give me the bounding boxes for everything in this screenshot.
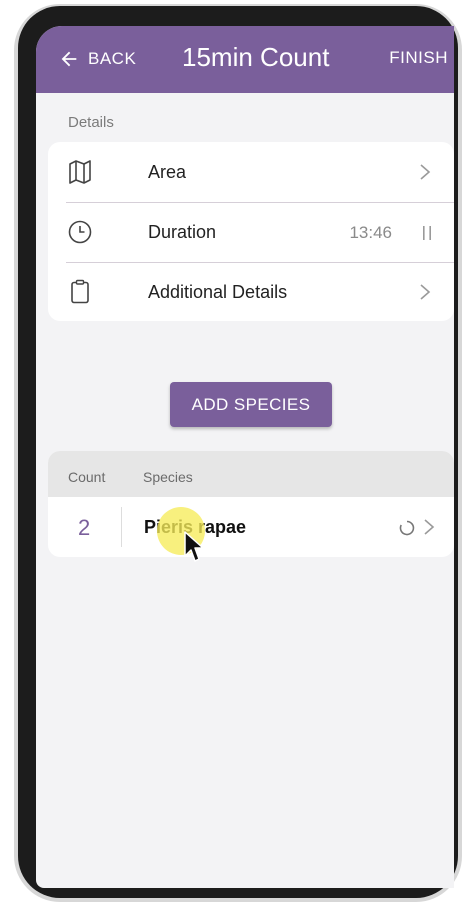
details-card: Area Duration 13:46 Additional Details <box>48 142 454 321</box>
clipboard-icon <box>71 279 89 304</box>
count-column-header: Count <box>68 469 106 485</box>
species-list-header: Count Species <box>48 451 454 497</box>
add-species-button[interactable]: ADD SPECIES <box>170 382 332 427</box>
chevron-right-icon <box>420 164 431 180</box>
chevron-right-icon <box>420 284 431 300</box>
species-list: Count Species 2 Pieris rapae <box>48 451 454 557</box>
app-header: BACK 15min Count FINISH <box>36 26 454 93</box>
back-arrow-icon <box>61 51 77 67</box>
additional-details-row[interactable]: Additional Details <box>48 262 454 322</box>
duration-timer: 13:46 <box>349 223 392 242</box>
area-label: Area <box>148 162 187 182</box>
duration-row[interactable]: Duration 13:46 <box>48 202 454 262</box>
finish-button[interactable]: FINISH <box>389 48 448 68</box>
area-row[interactable]: Area <box>48 142 454 202</box>
app-screen: BACK 15min Count FINISH Details Area Dur… <box>36 26 454 888</box>
additional-details-label: Additional Details <box>148 282 288 302</box>
species-row[interactable]: 2 Pieris rapae <box>48 497 454 557</box>
mouse-pointer-icon <box>184 531 204 562</box>
details-section-label: Details <box>68 114 114 131</box>
species-count[interactable]: 2 <box>78 515 90 541</box>
duration-label: Duration <box>148 222 217 242</box>
column-divider <box>121 507 122 547</box>
species-column-header: Species <box>143 469 193 485</box>
map-icon <box>69 160 91 184</box>
back-button[interactable]: BACK <box>58 46 136 72</box>
loading-spinner-icon <box>399 520 415 536</box>
chevron-right-icon <box>424 519 435 535</box>
clock-icon <box>68 220 92 244</box>
page-title: 15min Count <box>182 42 330 72</box>
pause-icon[interactable] <box>420 224 434 242</box>
back-label: BACK <box>88 49 137 68</box>
